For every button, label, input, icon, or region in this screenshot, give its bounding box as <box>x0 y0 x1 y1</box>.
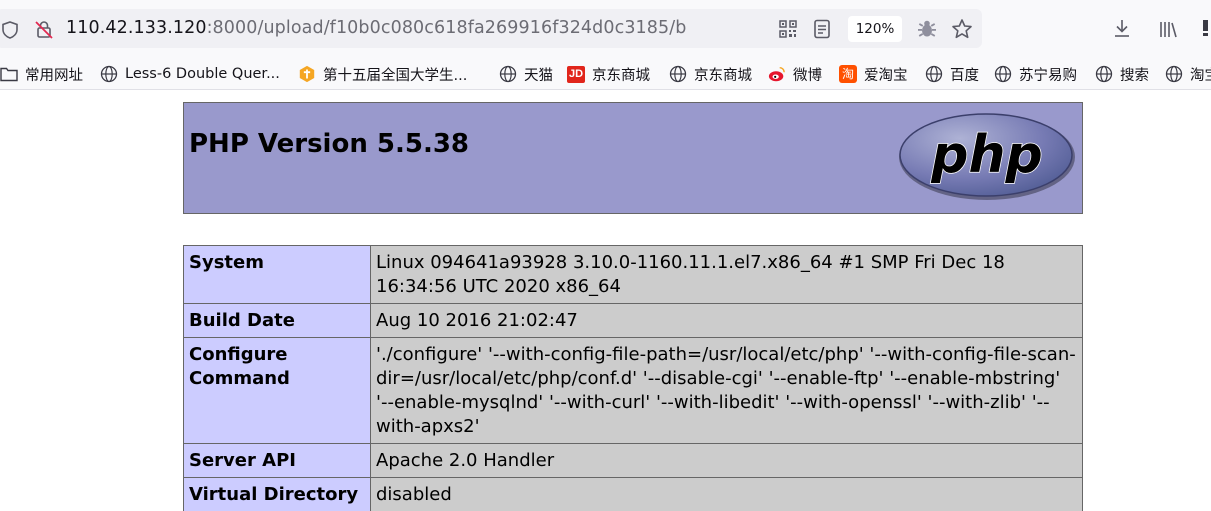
weibo-icon <box>768 65 786 83</box>
bookmark-label: 搜索 <box>1120 67 1149 84</box>
row-key: System <box>183 245 371 304</box>
download-icon[interactable] <box>1112 18 1132 42</box>
globe-icon <box>925 65 943 83</box>
row-key: Configure Command <box>183 337 371 444</box>
table-row: Server API Apache 2.0 Handler <box>183 443 1083 478</box>
table-row: Configure Command './configure' '--with-… <box>183 337 1083 444</box>
bookmark-label: 苏宁易购 <box>1019 67 1077 84</box>
table-row: System Linux 094641a93928 3.10.0-1160.11… <box>183 245 1083 304</box>
bookmark-label: 微博 <box>793 67 822 84</box>
taobao-icon: 淘 <box>839 65 857 83</box>
bookmark-item[interactable]: 淘宝 <box>1165 58 1211 90</box>
bookmark-item[interactable]: 第十五届全国大学生... <box>298 58 467 90</box>
bookmark-item[interactable]: JD 京东商城 <box>567 58 650 90</box>
bookmark-label: 京东商城 <box>592 67 650 84</box>
more-icon[interactable] <box>1200 18 1211 42</box>
row-value: Aug 10 2016 21:02:47 <box>370 303 1083 338</box>
table-row: Virtual Directory disabled <box>183 477 1083 511</box>
bookmark-label: 第十五届全国大学生... <box>323 67 468 84</box>
php-version-header: PHP Version 5.5.38 php <box>183 102 1083 214</box>
bookmark-item[interactable]: 微博 <box>768 58 822 90</box>
row-value: './configure' '--with-config-file-path=/… <box>370 337 1083 444</box>
url-host: 110.42.133.120 <box>66 18 207 38</box>
bookmark-item[interactable]: 苏宁易购 <box>994 58 1077 90</box>
bookmark-item[interactable]: 搜索 <box>1095 58 1149 90</box>
library-icon[interactable] <box>1158 19 1178 43</box>
bookmark-item[interactable]: 天猫 <box>499 58 553 90</box>
globe-icon <box>100 65 118 83</box>
row-key: Virtual Directory <box>183 477 371 511</box>
url-path: :8000/upload/f10b0c080c618fa269916f324d0… <box>206 18 687 38</box>
table-row: Build Date Aug 10 2016 21:02:47 <box>183 303 1083 338</box>
row-value: disabled <box>370 477 1083 511</box>
bookmark-label: Less-6 Double Quer... <box>125 66 280 82</box>
navigation-toolbar: 110.42.133.120:8000/upload/f10b0c080c618… <box>0 0 1211 58</box>
bookmark-star-icon[interactable] <box>951 18 973 44</box>
jd-icon: JD <box>567 65 585 83</box>
bookmark-label: 百度 <box>950 67 979 84</box>
page-title: PHP Version 5.5.38 <box>189 129 470 159</box>
qr-code-icon[interactable] <box>779 20 797 42</box>
shield-icon[interactable] <box>2 21 18 43</box>
globe-icon <box>1095 65 1113 83</box>
bookmark-label: 淘宝 <box>1190 67 1211 84</box>
row-value: Apache 2.0 Handler <box>370 443 1083 478</box>
bookmark-item[interactable]: 百度 <box>925 58 979 90</box>
bug-icon[interactable] <box>917 19 937 43</box>
row-value: Linux 094641a93928 3.10.0-1160.11.1.el7.… <box>370 245 1083 304</box>
bookmark-item[interactable]: 常用网址 <box>0 58 83 90</box>
php-info-table: System Linux 094641a93928 3.10.0-1160.11… <box>183 245 1083 511</box>
php-logo-text: php <box>930 125 1042 185</box>
globe-icon <box>499 65 517 83</box>
bookmark-label: 爱淘宝 <box>864 67 908 84</box>
bookmark-item[interactable]: Less-6 Double Quer... <box>100 58 280 90</box>
bookmarks-toolbar: 常用网址 Less-6 Double Quer... 第十五届全国大学生... … <box>0 58 1211 90</box>
folder-icon <box>0 65 18 83</box>
bookmark-item[interactable]: 淘 爱淘宝 <box>839 58 908 90</box>
row-key: Build Date <box>183 303 371 338</box>
globe-icon <box>994 65 1012 83</box>
bookmark-label: 常用网址 <box>25 67 83 84</box>
zoom-level-button[interactable]: 120% <box>848 16 902 42</box>
row-key: Server API <box>183 443 371 478</box>
bookmark-label: 天猫 <box>524 67 553 84</box>
site-icon <box>298 65 316 83</box>
globe-icon <box>1165 65 1183 83</box>
globe-icon <box>669 65 687 83</box>
php-logo[interactable]: php <box>897 112 1077 202</box>
reader-view-icon[interactable] <box>813 19 831 43</box>
bookmark-label: 京东商城 <box>694 67 752 84</box>
insecure-lock-icon[interactable] <box>35 20 53 43</box>
url-text[interactable]: 110.42.133.120:8000/upload/f10b0c080c618… <box>66 18 686 38</box>
bookmark-item[interactable]: 京东商城 <box>669 58 752 90</box>
